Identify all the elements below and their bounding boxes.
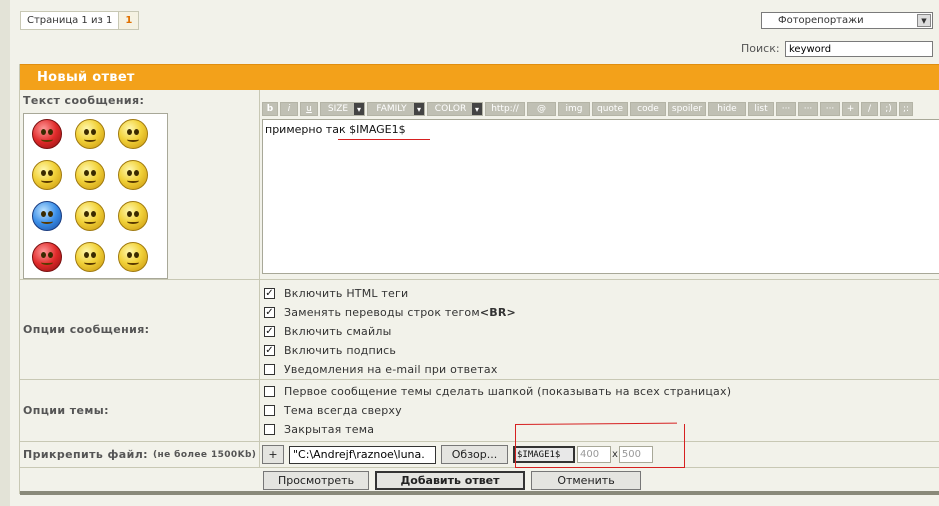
form-buttons: Просмотреть Добавить ответ Отменить bbox=[20, 469, 939, 491]
smiley-biggrin-icon[interactable] bbox=[75, 201, 105, 231]
image-tag-field[interactable]: $IMAGE1$ bbox=[513, 446, 575, 463]
forum-jump-select[interactable]: Фоторепортажи ▼ bbox=[761, 12, 933, 29]
bbcode-family-select[interactable]: FAMILY bbox=[367, 102, 425, 116]
option-smilies[interactable]: ✓ Включить смайлы bbox=[260, 322, 939, 341]
topic-options-list: Первое сообщение темы сделать шапкой (по… bbox=[260, 380, 939, 441]
add-attachment-button[interactable]: + bbox=[262, 445, 284, 464]
bbcode-color-select[interactable]: COLOR bbox=[427, 102, 483, 116]
bbcode-wink-button[interactable]: ;) bbox=[880, 102, 897, 116]
topic-options-row: Опции темы: Первое сообщение темы сделат… bbox=[20, 380, 939, 442]
option-html-tags[interactable]: ✓ Включить HTML теги bbox=[260, 284, 939, 303]
bbcode-underline-button[interactable]: u bbox=[300, 102, 318, 116]
message-text: примерно так $IMAGE1$ bbox=[265, 123, 406, 136]
bbcode-size-select[interactable]: SIZE bbox=[320, 102, 365, 116]
bbcode-plus-button[interactable]: + bbox=[842, 102, 859, 116]
message-options-label: Опции сообщения: bbox=[20, 280, 260, 379]
smiley-crazy-icon[interactable] bbox=[75, 242, 105, 272]
bbcode-code-button[interactable]: code bbox=[630, 102, 666, 116]
reply-header: Новый ответ bbox=[20, 64, 939, 90]
bbcode-more2-button[interactable]: ··· bbox=[798, 102, 818, 116]
bbcode-img-button[interactable]: img bbox=[558, 102, 590, 116]
browse-button[interactable]: Обзор... bbox=[441, 445, 508, 464]
bbcode-email-button[interactable]: @ bbox=[527, 102, 556, 116]
forum-jump-value: Фоторепортажи bbox=[778, 15, 864, 26]
checkbox-closed[interactable] bbox=[264, 424, 275, 435]
checkbox-smilies[interactable]: ✓ bbox=[264, 326, 275, 337]
attach-controls: + Обзор... $IMAGE1$ 400 x 500 bbox=[260, 442, 939, 467]
smiley-grin-icon[interactable] bbox=[75, 119, 105, 149]
smiley-cry-icon[interactable] bbox=[32, 160, 62, 190]
smilies-panel bbox=[23, 113, 168, 279]
bbcode-bold-button[interactable]: b bbox=[262, 102, 278, 116]
file-path-input[interactable] bbox=[289, 445, 436, 464]
message-options-list: ✓ Включить HTML теги ✓ Заменять переводы с… bbox=[260, 280, 939, 379]
bbcode-spoiler-button[interactable]: spoiler bbox=[668, 102, 706, 116]
image-height-input[interactable]: 500 bbox=[618, 446, 653, 463]
checkbox-br-tags[interactable]: ✓ bbox=[264, 307, 275, 318]
bbcode-quote-button[interactable]: quote bbox=[592, 102, 628, 116]
smiley-cold-icon[interactable] bbox=[32, 201, 62, 231]
message-label: Текст сообщения: bbox=[20, 90, 260, 279]
attach-label: Прикрепить файл: (не более 1500Kb) bbox=[20, 442, 260, 467]
chevron-down-icon[interactable]: ▼ bbox=[917, 14, 931, 27]
search-label: Поиск: bbox=[741, 42, 780, 55]
checkbox-email-notify[interactable] bbox=[264, 364, 275, 375]
bbcode-hide-button[interactable]: hide bbox=[708, 102, 746, 116]
attach-row: Прикрепить файл:(не более 1500Kb) + Обзо… bbox=[20, 442, 939, 468]
form-bottom-divider bbox=[20, 491, 939, 495]
pagination-current-page[interactable]: 1 bbox=[118, 12, 139, 29]
add-reply-button[interactable]: Добавить ответ bbox=[375, 470, 525, 490]
option-br-tags[interactable]: ✓ Заменять переводы строк тегом <BR> bbox=[260, 303, 939, 322]
bbcode-slash-button[interactable]: / bbox=[861, 102, 878, 116]
option-email-notify[interactable]: Уведомления на e-mail при ответах bbox=[260, 360, 939, 379]
checkbox-signature[interactable]: ✓ bbox=[264, 345, 275, 356]
checkbox-html-tags[interactable]: ✓ bbox=[264, 288, 275, 299]
annotation-underline bbox=[338, 139, 430, 140]
bbcode-italic-button[interactable]: i bbox=[280, 102, 298, 116]
message-options-row: Опции сообщения: ✓ Включить HTML теги ✓ За… bbox=[20, 280, 939, 380]
option-sticky[interactable]: Тема всегда сверху bbox=[260, 401, 939, 420]
cancel-button[interactable]: Отменить bbox=[531, 470, 641, 490]
bbcode-smile-button[interactable]: ;: bbox=[899, 102, 913, 116]
message-textarea[interactable]: примерно так $IMAGE1$ bbox=[262, 119, 939, 274]
bbcode-more1-button[interactable]: ··· bbox=[776, 102, 796, 116]
topic-options-label: Опции темы: bbox=[20, 380, 260, 441]
smiley-cool-icon[interactable] bbox=[118, 119, 148, 149]
pagination-text: Страница 1 из 1 bbox=[27, 15, 113, 26]
dimension-separator: x bbox=[612, 449, 618, 460]
smiley-angry-icon[interactable] bbox=[32, 119, 62, 149]
bbcode-toolbar: b i u SIZE FAMILY COLOR http:// @ img qu… bbox=[262, 102, 939, 116]
attach-limit: (не более 1500Kb) bbox=[152, 449, 257, 460]
search-input[interactable] bbox=[785, 41, 933, 57]
reply-form: Новый ответ Текст сообщения: b i u SIZE … bbox=[19, 64, 939, 495]
preview-button[interactable]: Просмотреть bbox=[263, 470, 369, 490]
smiley-smile-icon[interactable] bbox=[118, 160, 148, 190]
option-signature[interactable]: ✓ Включить подпись bbox=[260, 341, 939, 360]
checkbox-first-post-header[interactable] bbox=[264, 386, 275, 397]
option-closed[interactable]: Закрытая тема bbox=[260, 420, 939, 439]
message-row: Текст сообщения: b i u SIZE ▾ FAMILY ▾ C… bbox=[20, 90, 939, 280]
smiley-ohmy-icon[interactable] bbox=[118, 201, 148, 231]
image-width-input[interactable]: 400 bbox=[577, 446, 611, 463]
checkbox-sticky[interactable] bbox=[264, 405, 275, 416]
smiley-shocked-icon[interactable] bbox=[75, 160, 105, 190]
smiley-laugh-icon[interactable] bbox=[118, 242, 148, 272]
smiley-tongue-icon[interactable] bbox=[32, 242, 62, 272]
pagination: Страница 1 из 1 1 bbox=[20, 11, 140, 30]
breadcrumb[interactable] bbox=[20, 0, 320, 4]
bbcode-more3-button[interactable]: ··· bbox=[820, 102, 840, 116]
bbcode-list-button[interactable]: list bbox=[748, 102, 774, 116]
message-editor-area: b i u SIZE FAMILY COLOR http:// @ img qu… bbox=[260, 90, 939, 279]
bbcode-url-button[interactable]: http:// bbox=[485, 102, 525, 116]
option-first-post-header[interactable]: Первое сообщение темы сделать шапкой (по… bbox=[260, 382, 939, 401]
